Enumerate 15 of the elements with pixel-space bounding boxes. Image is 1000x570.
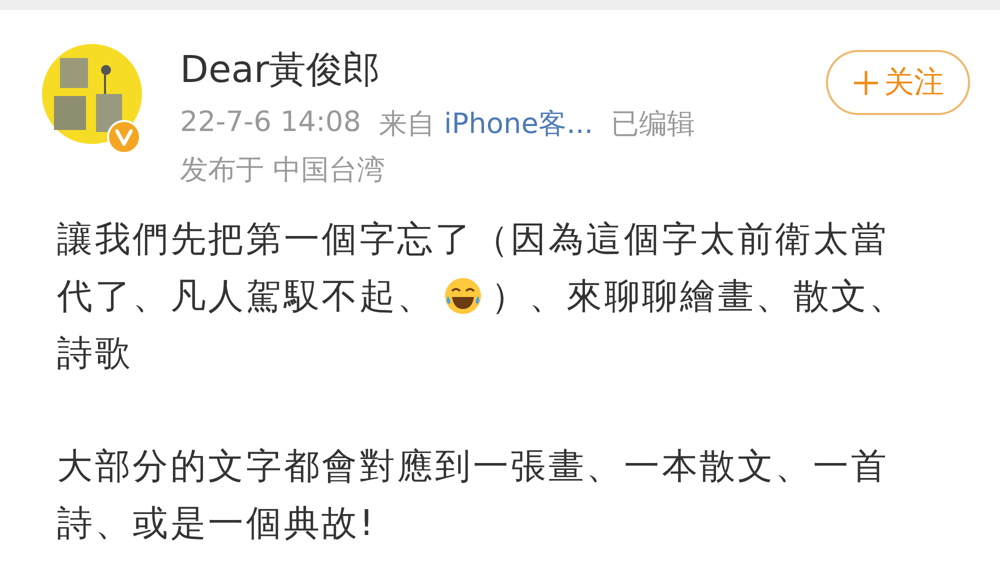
laughing-emoji-icon	[443, 276, 483, 316]
post-text: 詩、或是一個典故!	[57, 502, 376, 546]
post-text: 大部分的文字都會對應到一張畫、一本散文、一首	[57, 444, 889, 489]
follow-button[interactable]: 关注	[826, 50, 970, 115]
post-text: 代了、凡人駕馭不起、	[57, 274, 435, 319]
post-time: 22-7-6 14:08	[180, 104, 362, 140]
post-text: ）、來聊聊繪畫、散文、	[491, 274, 907, 319]
post-text: 詩歌	[57, 332, 133, 376]
location-text: 发布于 中国台湾	[180, 152, 386, 188]
post-text: 讓我們先把第一個字忘了（因為這個字太前衛太當	[57, 218, 889, 262]
author-name[interactable]: Dear黃俊郎	[180, 50, 826, 91]
source-link[interactable]: iPhone客...	[444, 106, 594, 140]
edited-label: 已编辑	[611, 106, 696, 142]
source-label: 来自	[379, 106, 436, 140]
plus-icon	[852, 68, 880, 96]
